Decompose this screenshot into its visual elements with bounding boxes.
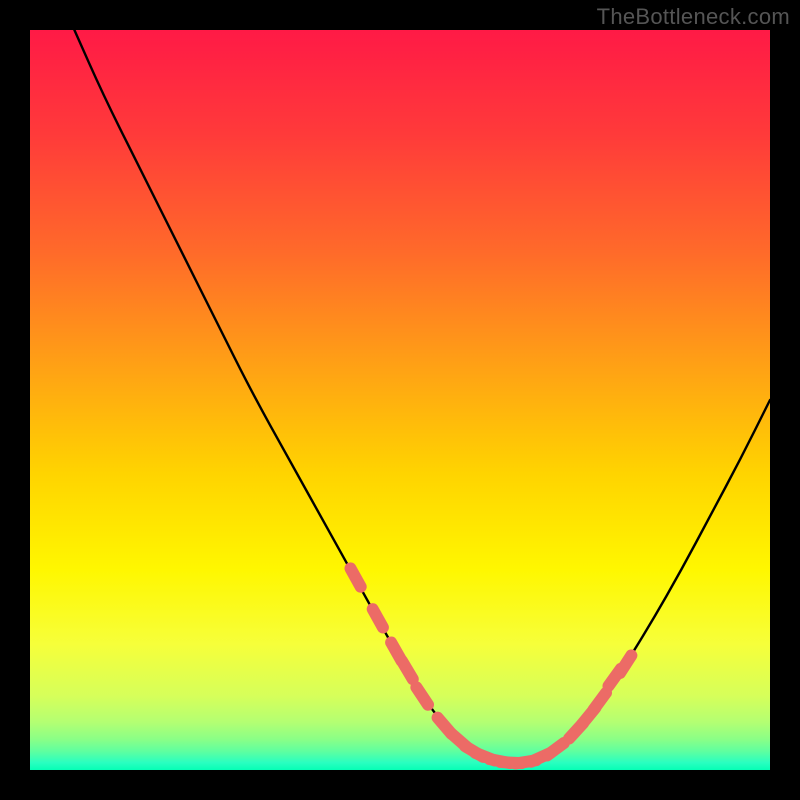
bottleneck-curve [74, 30, 770, 762]
chart-frame: TheBottleneck.com [0, 0, 800, 800]
curve-layer [30, 30, 770, 770]
highlight-marker [343, 561, 368, 594]
watermark-text: TheBottleneck.com [597, 4, 790, 30]
highlight-marker [612, 648, 639, 681]
highlight-marker [365, 602, 390, 635]
highlight-marker [409, 680, 436, 713]
plot-area [30, 30, 770, 770]
highlight-markers [343, 561, 639, 770]
